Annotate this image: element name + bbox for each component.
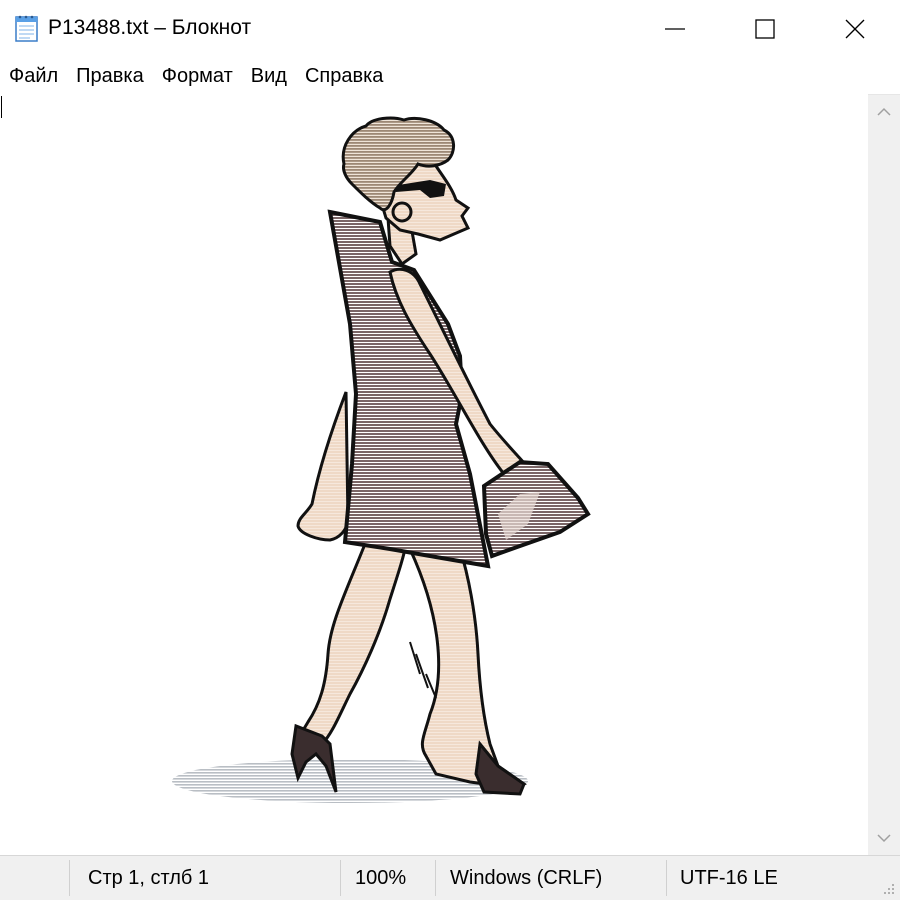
- status-separator: [435, 860, 436, 896]
- menu-edit[interactable]: Правка: [67, 58, 153, 94]
- encoding: UTF-16 LE: [680, 867, 778, 889]
- chevron-up-icon: [877, 107, 891, 116]
- menu-help[interactable]: Справка: [296, 58, 392, 94]
- back-leg: [407, 547, 527, 788]
- window-title: P13488.txt – Блокнот: [48, 16, 252, 39]
- scroll-down-button[interactable]: [868, 821, 900, 855]
- chevron-down-icon: [877, 834, 891, 843]
- menu-bar: Файл Правка Формат Вид Справка: [0, 58, 900, 94]
- cursor-position: Стр 1, стлб 1: [88, 867, 210, 889]
- menu-view[interactable]: Вид: [242, 58, 296, 94]
- notepad-icon: [15, 15, 38, 42]
- back-arm: [296, 391, 350, 542]
- front-leg: [294, 542, 408, 759]
- resize-grip-icon[interactable]: [882, 882, 896, 896]
- close-button[interactable]: [810, 0, 900, 58]
- status-bar: Стр 1, стлб 1 100% Windows (CRLF) UTF-16…: [0, 855, 900, 900]
- scroll-up-button[interactable]: [868, 95, 900, 129]
- minimize-button[interactable]: [630, 0, 720, 58]
- status-separator: [666, 860, 667, 896]
- status-separator: [340, 860, 341, 896]
- line-endings: Windows (CRLF): [450, 867, 603, 889]
- title-bar[interactable]: P13488.txt – Блокнот: [0, 0, 900, 58]
- text-editor-area[interactable]: [0, 94, 868, 855]
- ascii-art-walking-woman: [172, 116, 591, 803]
- menu-file[interactable]: Файл: [0, 58, 67, 94]
- vertical-scrollbar[interactable]: [868, 95, 900, 855]
- close-icon: [845, 19, 865, 39]
- maximize-icon: [755, 19, 775, 39]
- maximize-button[interactable]: [720, 0, 810, 58]
- menu-format[interactable]: Формат: [153, 58, 242, 94]
- text-caret: [1, 96, 2, 118]
- purse: [481, 459, 591, 559]
- motion-lines: [409, 641, 437, 699]
- back-shoe: [474, 740, 526, 796]
- notepad-window: P13488.txt – Блокнот Файл Правка Формат …: [0, 0, 900, 900]
- minimize-icon: [665, 28, 685, 30]
- zoom-level: 100%: [355, 867, 407, 889]
- status-separator: [69, 860, 70, 896]
